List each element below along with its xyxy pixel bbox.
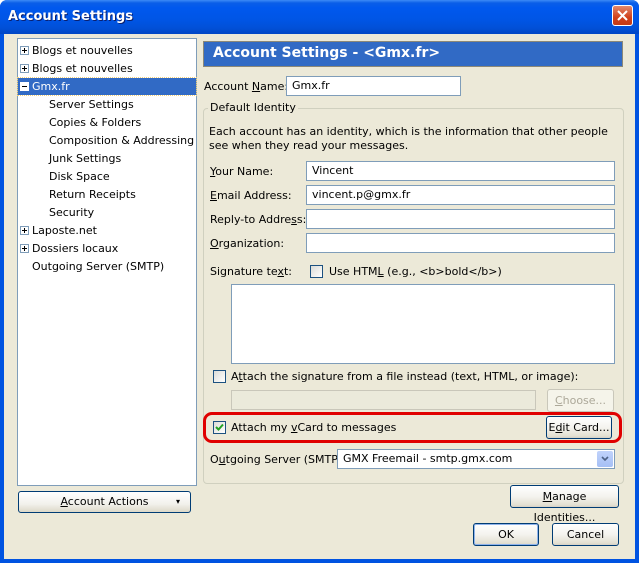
account-actions-label: Account Actions: [60, 495, 149, 508]
your-name-input[interactable]: Vincent: [306, 161, 615, 181]
signature-textarea[interactable]: [231, 284, 615, 364]
cancel-button[interactable]: Cancel: [552, 523, 619, 546]
attach-vcard-label: Attach my vCard to messages: [231, 421, 397, 434]
tree-item[interactable]: Gmx.fr: [17, 77, 197, 96]
signature-file-path-input[interactable]: [231, 390, 536, 410]
choose-button[interactable]: Choose...: [547, 389, 614, 412]
account-settings-window: Account Settings Blogs et nouvelles Blogs…: [0, 0, 639, 563]
tree-item-label: Blogs et nouvelles: [32, 44, 133, 57]
tree-item-label: Server Settings: [49, 98, 134, 111]
default-identity-legend: Default Identity: [208, 101, 298, 114]
use-html-checkbox[interactable]: [310, 265, 323, 278]
page-title: Account Settings - <Gmx.fr>: [203, 41, 623, 67]
close-button[interactable]: [612, 5, 633, 26]
email-address-label: Email Address:: [210, 189, 292, 202]
checkmark-icon: [215, 423, 224, 431]
tree-item-label: Junk Settings: [49, 152, 122, 165]
dialog-body: Blogs et nouvelles Blogs et nouvelles Gmx.…: [4, 34, 635, 559]
tree-item-label: Return Receipts: [49, 188, 136, 201]
expand-icon[interactable]: [20, 46, 29, 55]
organization-label: Organization:: [210, 237, 285, 250]
title-bar[interactable]: Account Settings: [0, 0, 639, 34]
expand-icon[interactable]: [20, 226, 29, 235]
tree-item-label: Gmx.fr: [32, 80, 70, 93]
dropdown-button[interactable]: [597, 451, 613, 467]
outgoing-server-select[interactable]: GMX Freemail - smtp.gmx.com: [337, 449, 615, 469]
attach-signature-file-label: Attach the signature from a file instead…: [231, 370, 579, 383]
organization-input[interactable]: [306, 233, 615, 253]
tree-item-label: Dossiers locaux: [32, 242, 119, 255]
outgoing-server-label: Outgoing Server (SMTP):: [210, 453, 346, 466]
email-address-input[interactable]: vincent.p@gmx.fr: [306, 185, 615, 205]
account-actions-button[interactable]: Account Actions ▾: [18, 491, 191, 513]
ok-button[interactable]: OK: [473, 523, 539, 546]
tree-item-label: Copies & Folders: [49, 116, 142, 129]
reply-to-input[interactable]: [306, 209, 615, 229]
expand-icon[interactable]: [20, 244, 29, 253]
reply-to-label: Reply-to Address:: [210, 213, 307, 226]
collapse-icon[interactable]: [20, 82, 29, 91]
chevron-down-icon: [601, 456, 609, 462]
tree-item-label: Security: [49, 206, 95, 219]
identity-description: Each account has an identity, which is t…: [209, 125, 608, 152]
attach-signature-file-checkbox[interactable]: [213, 370, 226, 383]
edit-card-button[interactable]: Edit Card...: [546, 416, 612, 439]
account-name-input[interactable]: Gmx.fr: [286, 76, 461, 96]
account-tree[interactable]: Blogs et nouvelles Blogs et nouvelles Gmx.…: [17, 38, 197, 486]
manage-identities-button[interactable]: Manage Identities...: [510, 485, 619, 524]
tree-item-label: Blogs et nouvelles: [32, 62, 133, 75]
tree-item-label: Laposte.net: [32, 224, 97, 237]
outgoing-server-value: GMX Freemail - smtp.gmx.com: [343, 452, 513, 465]
attach-vcard-checkbox[interactable]: [213, 421, 226, 434]
expand-icon[interactable]: [20, 64, 29, 73]
tree-item-label: Composition & Addressing: [49, 134, 195, 147]
window-title: Account Settings: [8, 9, 134, 24]
dropdown-arrow-icon: ▾: [175, 497, 180, 506]
tree-item-label: Disk Space: [49, 170, 110, 183]
signature-text-label: Signature text:: [210, 265, 292, 278]
use-html-label: Use HTML (e.g., <b>bold</b>): [329, 265, 502, 278]
your-name-label: Your Name:: [210, 165, 274, 178]
account-name-label: Account Name:: [204, 80, 289, 93]
close-icon: [617, 10, 628, 21]
tree-item-label: Outgoing Server (SMTP): [32, 260, 165, 273]
